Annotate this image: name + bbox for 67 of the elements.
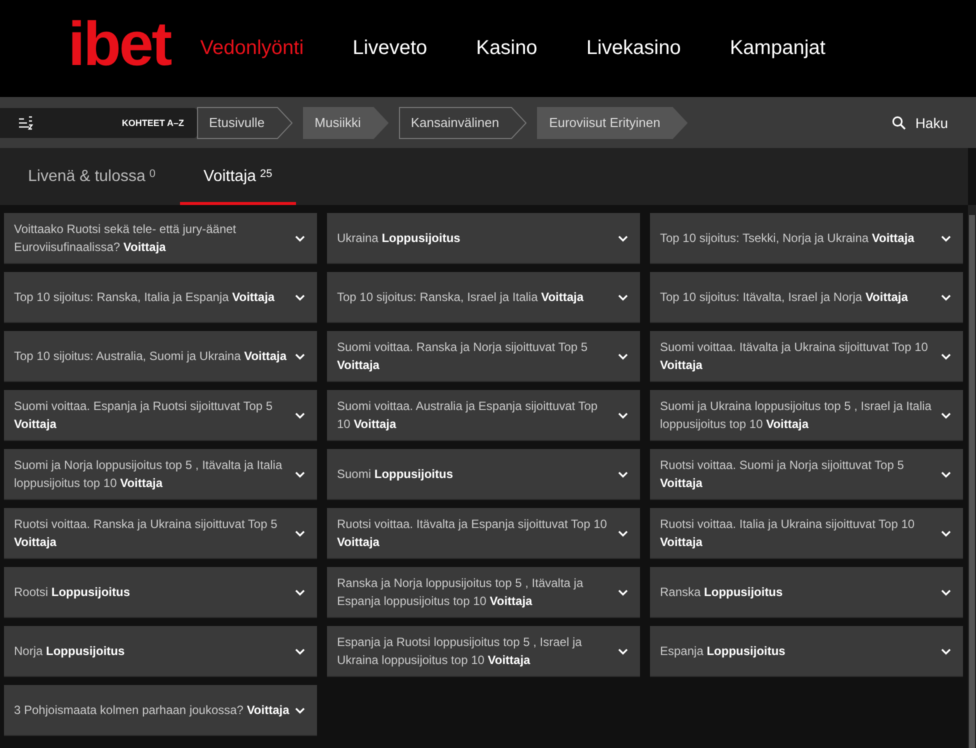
chevron-icon bbox=[295, 588, 305, 596]
chevron-icon bbox=[295, 234, 305, 242]
nav-link[interactable]: Kampanjat bbox=[730, 37, 826, 60]
market-accordion[interactable]: Suomi voittaa. Espanja ja Ruotsi sijoittuvat Top 5 Voittaja bbox=[4, 390, 317, 441]
market-accordion[interactable]: Espanja Loppusijoitus bbox=[650, 626, 963, 677]
market-accordion[interactable]: Top 10 sijoitus: Tsekki, Norja ja Ukraina Voittaja bbox=[650, 213, 963, 264]
market-accordion[interactable]: Top 10 sijoitus: Itävalta, Israel ja Norja Voittaja bbox=[650, 272, 963, 323]
market-accordion[interactable]: Ranska Loppusijoitus bbox=[650, 567, 963, 618]
market-accordion[interactable]: Top 10 sijoitus: Australia, Suomi ja Ukraina Voittaja bbox=[4, 331, 317, 382]
chevron-icon bbox=[941, 352, 951, 360]
breadcrumb-arrow-icon bbox=[372, 106, 389, 138]
tab[interactable]: Voittaja $^{25}$ bbox=[180, 148, 296, 205]
chevron-icon bbox=[941, 470, 951, 478]
chevron-icon bbox=[618, 412, 628, 418]
sort-icon bbox=[18, 114, 34, 130]
market-accordion[interactable]: Ruotsi voittaa. Itävalta ja Espanja sijoittuvat Top 10 Voittaja bbox=[327, 508, 640, 559]
chevron-icon bbox=[941, 234, 951, 242]
logo[interactable]: ibet bbox=[68, 14, 170, 76]
market-accordion[interactable]: Suomi voittaa. Ranska ja Norja sijoittuvat Top 5 Voittaja bbox=[327, 331, 640, 382]
market-accordion[interactable]: Top 10 sijoitus: Ranska, Italia ja Espanja Voittaja bbox=[4, 272, 317, 323]
market-accordion[interactable]: Espanja ja Ruotsi loppusijoitus top 5 , Israel ja Ukraina loppusijoitus top 10 Voittaja bbox=[327, 626, 640, 677]
market-accordion[interactable]: Suomi voittaa. Australia ja Espanja sijoittuvat Top 10 Voittaja bbox=[327, 390, 640, 441]
market-accordion[interactable]: Suomi Loppusijoitus bbox=[327, 449, 640, 500]
market-accordion[interactable]: Suomi ja Ukraina loppusijoitus top 5 , Israel ja Italia loppusijoitus top 10 Voittaja bbox=[650, 390, 963, 441]
chevron-icon bbox=[295, 352, 305, 360]
chevron-icon bbox=[295, 412, 305, 418]
chevron-icon bbox=[618, 470, 628, 478]
market-accordion[interactable]: Suomi voittaa. Itävalta ja Ukraina sijoittuvat Top 10 Voittaja bbox=[650, 331, 963, 382]
chevron-icon bbox=[618, 648, 628, 654]
market-accordion[interactable]: Norja Loppusijoitus bbox=[4, 626, 317, 677]
search-icon bbox=[892, 116, 906, 130]
market-accordion[interactable]: 3 Pohjoismaata kolmen parhaan joukossa? Voittaja bbox=[4, 685, 317, 736]
market-accordion[interactable]: Voittaako Ruotsi sekä tele- että jury-äänet Euroviisufinaalissa? Voittaja bbox=[4, 213, 317, 264]
chevron-icon bbox=[618, 352, 628, 360]
search-link[interactable]: Haku bbox=[892, 114, 948, 130]
market-accordion[interactable]: Ruotsi voittaa. Italia ja Ukraina sijoittuvat Top 10 Voittaja bbox=[650, 508, 963, 559]
chevron-icon bbox=[295, 530, 305, 536]
chevron-icon bbox=[941, 294, 951, 300]
chevron-icon bbox=[295, 648, 305, 654]
chevron-icon bbox=[295, 706, 305, 714]
market-accordion[interactable]: Ruotsi voittaa. Suomi ja Norja sijoittuvat Top 5 Voittaja bbox=[650, 449, 963, 500]
chevron-icon bbox=[618, 234, 628, 242]
nav-link[interactable]: Vedonlyönti bbox=[200, 37, 304, 60]
breadcrumb-arrow-icon bbox=[511, 106, 528, 138]
nav-link[interactable]: Kasino bbox=[476, 37, 538, 60]
breadcrumb-arrow-icon bbox=[672, 106, 688, 138]
tab[interactable]: Livenä & tulossa $^{0}$ bbox=[4, 148, 180, 205]
chevron-icon bbox=[941, 412, 951, 418]
breadcrumb-arrow-icon bbox=[276, 106, 293, 138]
market-accordion[interactable]: Rootsi Loppusijoitus bbox=[4, 567, 317, 618]
chevron-icon bbox=[618, 294, 628, 300]
chevron-icon bbox=[618, 588, 628, 596]
az-button[interactable]: KOHTEET A–Z bbox=[0, 108, 197, 138]
chevron-icon bbox=[941, 588, 951, 596]
chevron-icon bbox=[618, 530, 628, 536]
chevron-icon bbox=[295, 294, 305, 300]
market-accordion[interactable]: Suomi ja Norja loppusijoitus top 5 , Itävalta ja Italia loppusijoitus top 10 Voittaja bbox=[4, 449, 317, 500]
market-accordion[interactable]: Top 10 sijoitus: Ranska, Israel ja Italia Voittaja bbox=[327, 272, 640, 323]
market-accordion[interactable]: Ruotsi voittaa. Ranska ja Ukraina sijoittuvat Top 5 Voittaja bbox=[4, 508, 317, 559]
market-accordion[interactable]: Ukraina Loppusijoitus bbox=[327, 213, 640, 264]
nav-link[interactable]: Livekasino bbox=[586, 37, 681, 60]
scrollbar[interactable] bbox=[968, 205, 976, 748]
chevron-icon bbox=[941, 648, 951, 654]
chevron-icon bbox=[941, 530, 951, 536]
chevron-icon bbox=[295, 470, 305, 478]
nav-link[interactable]: Liveveto bbox=[352, 37, 428, 60]
market-accordion[interactable]: Ranska ja Norja loppusijoitus top 5 , Itävalta ja Espanja loppusijoitus top 10 Voittaja bbox=[327, 567, 640, 618]
